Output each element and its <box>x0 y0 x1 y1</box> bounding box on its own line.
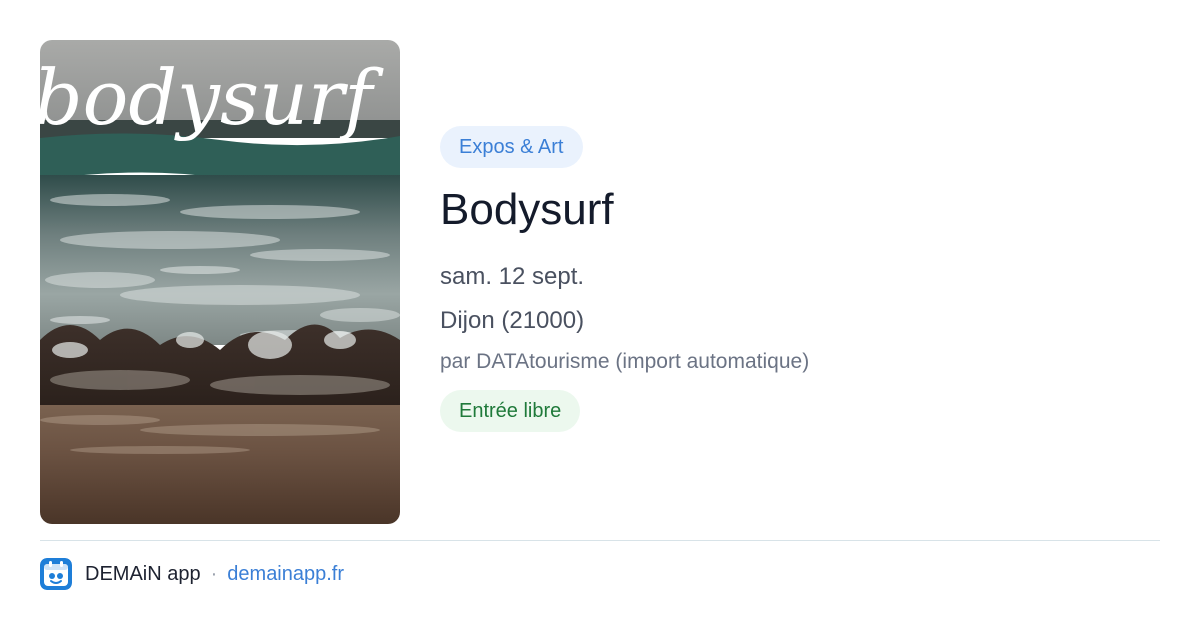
app-website-link[interactable]: demainapp.fr <box>227 563 344 586</box>
event-date: sam. 12 sept. <box>440 263 585 290</box>
demain-app-icon <box>40 558 72 590</box>
app-name: DEMAiN app <box>85 562 201 585</box>
poster-photo: bodysurf <box>40 40 400 524</box>
event-info: Expos & Art Bodysurf sam. 12 sept. Dijon… <box>440 126 1160 432</box>
category-badge[interactable]: Expos & Art <box>440 126 583 168</box>
footer: DEMAiN app · demainapp.fr <box>40 558 344 590</box>
footer-divider <box>40 540 1160 541</box>
event-title: Bodysurf <box>440 185 614 234</box>
event-poster-image[interactable]: bodysurf <box>40 40 400 524</box>
footer-separator: · <box>210 562 218 585</box>
price-badge: Entrée libre <box>440 390 581 432</box>
event-location: Dijon (21000) <box>440 307 585 334</box>
event-source: par DATAtourisme (import automatique) <box>440 350 810 373</box>
poster-title-text: bodysurf <box>40 53 384 142</box>
